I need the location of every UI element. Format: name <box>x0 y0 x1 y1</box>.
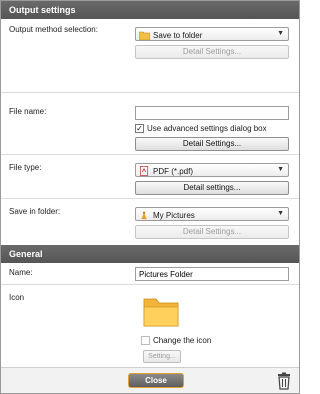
file-name-row: File name: ✓ Use advanced settings dialo… <box>1 93 299 155</box>
save-in-folder-label: Save in folder: <box>9 207 61 216</box>
icon-label: Icon <box>9 293 25 302</box>
pictures-folder-icon <box>141 211 147 219</box>
file-name-label: File name: <box>9 107 47 116</box>
output-method-detail-button[interactable]: Detail Settings... <box>135 45 289 59</box>
name-row: Name: <box>1 263 299 285</box>
folder-icon <box>139 31 150 40</box>
output-settings-header: Output settings <box>1 1 299 19</box>
output-method-label: Output method selection: <box>9 25 98 34</box>
output-settings-title: Output settings <box>9 5 76 15</box>
advanced-settings-checkbox[interactable]: ✓ Use advanced settings dialog box <box>135 124 267 133</box>
folder-icon <box>143 298 179 327</box>
close-button[interactable]: Close <box>128 373 184 388</box>
advanced-settings-label: Use advanced settings dialog box <box>147 124 267 133</box>
icon-row: Icon Change the icon Setting... <box>1 285 299 367</box>
trash-icon[interactable] <box>277 372 291 390</box>
file-type-row: File type: PDF (*.pdf) ▼ Detail settings… <box>1 155 299 199</box>
file-name-input[interactable] <box>135 106 289 120</box>
output-settings-panel: Output settings Output method selection:… <box>0 0 300 394</box>
output-method-row: Output method selection: Save to folder … <box>1 19 299 93</box>
file-type-label: File type: <box>9 163 42 172</box>
file-type-value: PDF (*.pdf) <box>153 166 194 176</box>
name-label: Name: <box>9 268 33 277</box>
change-icon-checkbox[interactable]: Change the icon <box>141 336 211 345</box>
output-method-value: Save to folder <box>153 30 203 40</box>
save-in-folder-detail-button[interactable]: Detail Settings... <box>135 225 289 239</box>
file-type-select[interactable]: PDF (*.pdf) ▼ <box>135 163 289 177</box>
save-in-folder-select[interactable]: My Pictures ▼ <box>135 207 289 221</box>
checkbox-unchecked-icon <box>141 336 150 345</box>
setting-button[interactable]: Setting... <box>143 350 181 363</box>
chevron-down-icon: ▼ <box>277 30 284 37</box>
general-title: General <box>9 249 43 259</box>
save-in-folder-value: My Pictures <box>153 210 195 220</box>
change-icon-label: Change the icon <box>153 336 212 345</box>
file-name-detail-button[interactable]: Detail Settings... <box>135 137 289 151</box>
name-input[interactable] <box>135 267 289 281</box>
footer-bar: Close <box>1 367 299 393</box>
chevron-down-icon: ▼ <box>277 210 284 217</box>
checkbox-checked-icon: ✓ <box>135 124 144 133</box>
save-in-folder-row: Save in folder: My Pictures ▼ Detail Set… <box>1 199 299 243</box>
chevron-down-icon: ▼ <box>277 166 284 173</box>
file-type-detail-button[interactable]: Detail settings... <box>135 181 289 195</box>
general-header: General <box>1 245 299 263</box>
pdf-icon <box>140 166 149 176</box>
output-method-select[interactable]: Save to folder ▼ <box>135 27 289 41</box>
